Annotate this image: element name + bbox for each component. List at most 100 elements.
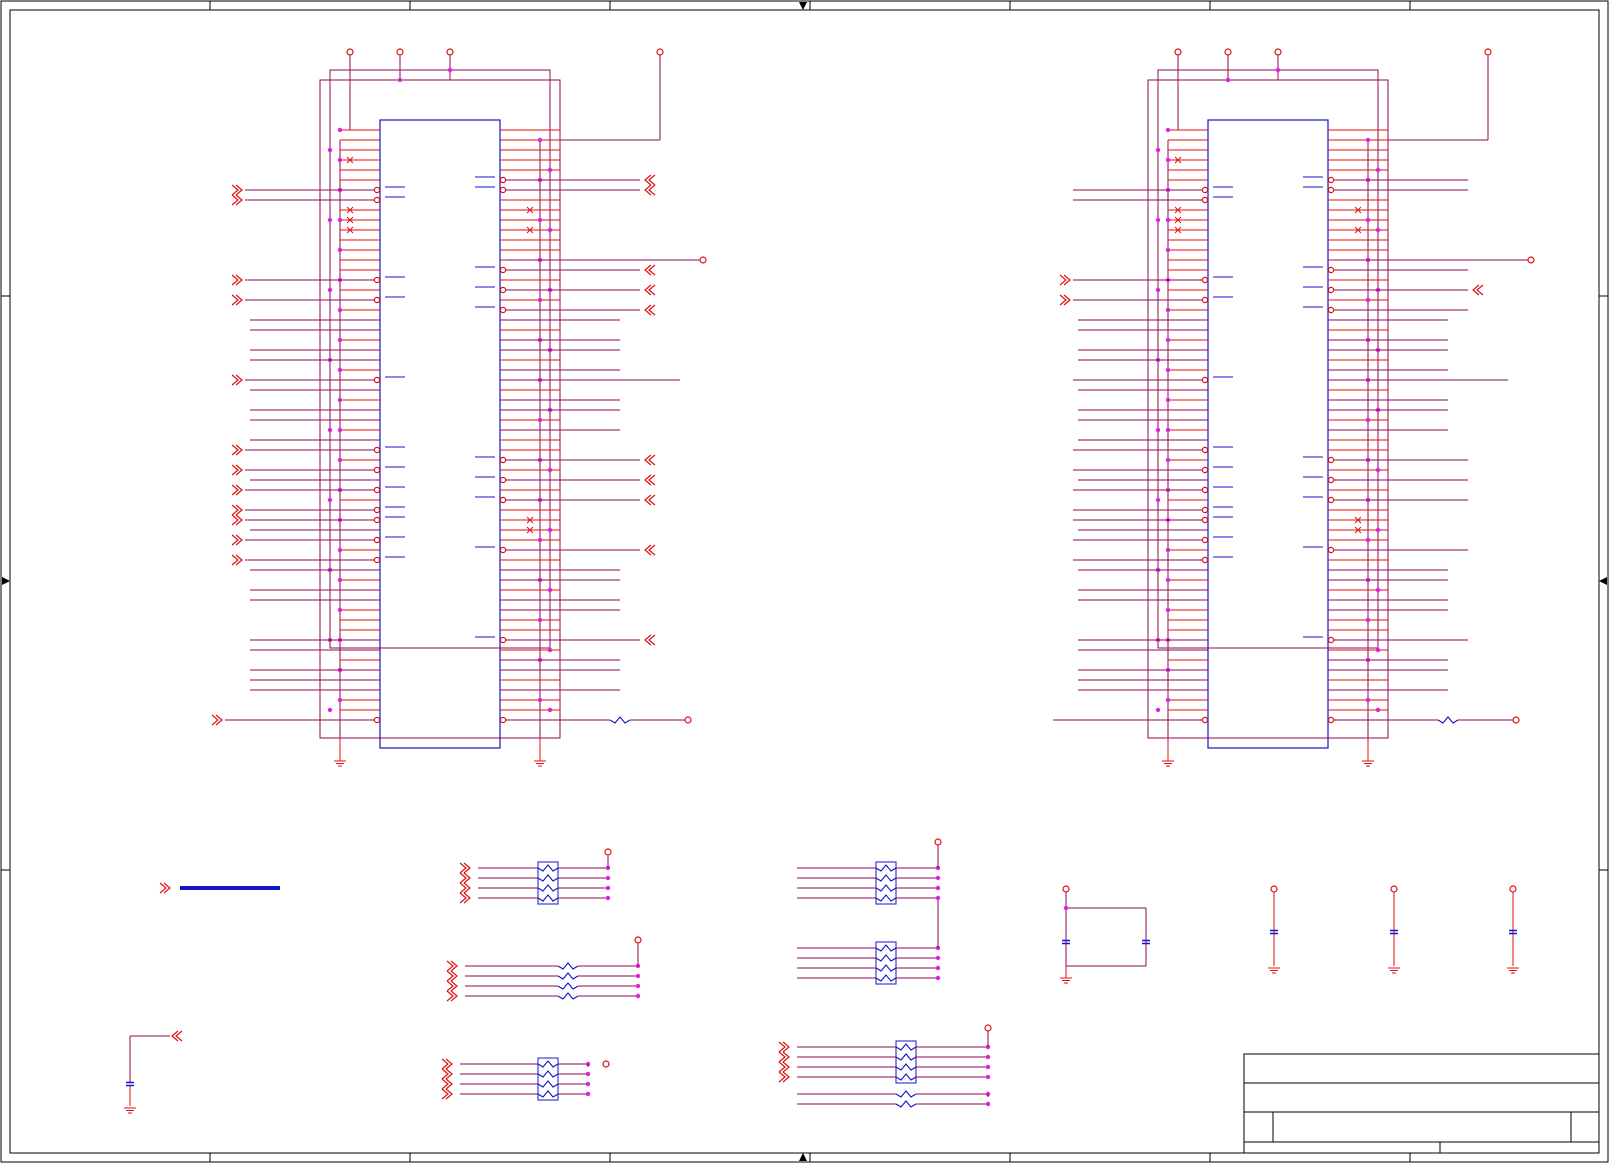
power-port-icon <box>984 1024 992 1032</box>
ground-symbol-icon <box>1268 967 1280 974</box>
junction-dot-icon <box>1165 367 1171 373</box>
junction-dot-icon <box>635 983 641 989</box>
junction-dot-icon <box>337 127 343 133</box>
pin-circle <box>499 636 507 644</box>
junction-dot-icon <box>547 467 553 473</box>
junction-dot-icon <box>397 77 403 83</box>
junction-dot-icon <box>1165 247 1171 253</box>
pin-circle <box>1327 306 1335 314</box>
junction-dot-icon <box>337 217 343 223</box>
ground-symbol-icon <box>1162 760 1174 767</box>
pin-circle <box>1327 186 1335 194</box>
junction-dot-icon <box>337 607 343 613</box>
pin-circle <box>499 286 507 294</box>
off-page-connector-icon <box>441 1058 453 1070</box>
resistor-icon <box>537 884 559 892</box>
resistor-icon <box>537 1060 559 1068</box>
resistor-icon <box>537 864 559 872</box>
junction-dot-icon <box>1365 417 1371 423</box>
resistor-icon <box>895 1053 917 1061</box>
junction-dot-icon <box>1155 217 1161 223</box>
resistor-icon <box>875 864 897 872</box>
resistor-icon <box>875 964 897 972</box>
junction-dot-icon <box>547 707 553 713</box>
off-page-connector-icon <box>644 184 656 196</box>
power-port-icon <box>446 48 454 56</box>
junction-dot-icon <box>935 965 941 971</box>
junction-dot-icon <box>1225 77 1231 83</box>
junction-dot-icon <box>337 697 343 703</box>
supply-rail-inner <box>329 69 551 649</box>
pin-circle <box>1201 486 1209 494</box>
junction-dot-icon <box>1375 587 1381 593</box>
junction-dot-icon <box>1275 67 1281 73</box>
junction-dot-icon <box>327 147 333 153</box>
junction-dot-icon <box>1165 157 1171 163</box>
junction-dot-icon <box>935 955 941 961</box>
off-page-connector-icon <box>644 284 656 296</box>
power-port-icon <box>602 1060 610 1068</box>
pin-circle <box>1327 476 1335 484</box>
capacitor-icon <box>126 1081 134 1087</box>
supply-rail-inner <box>1157 69 1379 649</box>
power-port-icon <box>656 48 664 56</box>
off-page-connector-icon <box>231 294 243 306</box>
power-port-icon <box>699 256 707 264</box>
off-page-connector-icon <box>446 990 458 1002</box>
pin-circle <box>373 376 381 384</box>
junction-dot-icon <box>1365 217 1371 223</box>
junction-dot-icon <box>1375 707 1381 713</box>
resistor-icon <box>537 1070 559 1078</box>
chevron <box>235 504 243 516</box>
junction-dot-icon <box>1155 287 1161 293</box>
junction-dot-icon <box>935 895 941 901</box>
chevron <box>782 1071 790 1083</box>
pin-circle <box>1201 716 1209 724</box>
junction-dot-icon <box>1365 137 1371 143</box>
power-port-icon <box>346 48 354 56</box>
power-port-icon <box>1484 48 1492 56</box>
off-page-connector-icon <box>459 882 471 894</box>
chevron <box>450 980 458 992</box>
chevron <box>235 534 243 546</box>
ground-symbol-icon <box>1388 967 1400 974</box>
rn-body <box>875 861 897 905</box>
off-page-connector-icon <box>644 454 656 466</box>
off-page-connector-icon <box>231 184 243 196</box>
rn-body <box>875 941 897 985</box>
pin-circle <box>1201 376 1209 384</box>
junction-dot-icon <box>547 227 553 233</box>
resistor-network-icon <box>441 1057 610 1101</box>
off-page-connector-icon <box>231 464 243 476</box>
junction-dot-icon <box>605 885 611 891</box>
chevron <box>235 274 243 286</box>
junction-dot-icon <box>1165 307 1171 313</box>
arrow-right-icon <box>1599 577 1607 585</box>
off-page-connector-icon <box>159 882 171 894</box>
junction-dot-icon <box>337 457 343 463</box>
chevron <box>644 304 652 316</box>
chevron <box>235 554 243 566</box>
junction-dot-icon <box>447 67 453 73</box>
off-page-connector-icon <box>778 1051 790 1063</box>
pin-circle <box>1327 496 1335 504</box>
chevron <box>235 464 243 476</box>
junction-dot-icon <box>327 427 333 433</box>
pin-circle <box>499 716 507 724</box>
pin-circle <box>499 456 507 464</box>
junction-dot-icon <box>585 1091 591 1097</box>
junction-dot-icon <box>1165 397 1171 403</box>
off-page-connector-icon <box>446 980 458 992</box>
inner-border <box>9 9 1600 1154</box>
chevron <box>644 184 652 196</box>
resistor-icon <box>895 1090 917 1098</box>
chevron <box>235 194 243 206</box>
resistor-icon <box>537 874 559 882</box>
power-port-icon <box>1509 885 1517 893</box>
junction-dot-icon <box>1365 537 1371 543</box>
connector-body <box>379 119 501 749</box>
junction-dot-icon <box>1365 697 1371 703</box>
pin-circle <box>1201 516 1209 524</box>
junction-dot-icon <box>327 217 333 223</box>
junction-dot-icon <box>1375 527 1381 533</box>
